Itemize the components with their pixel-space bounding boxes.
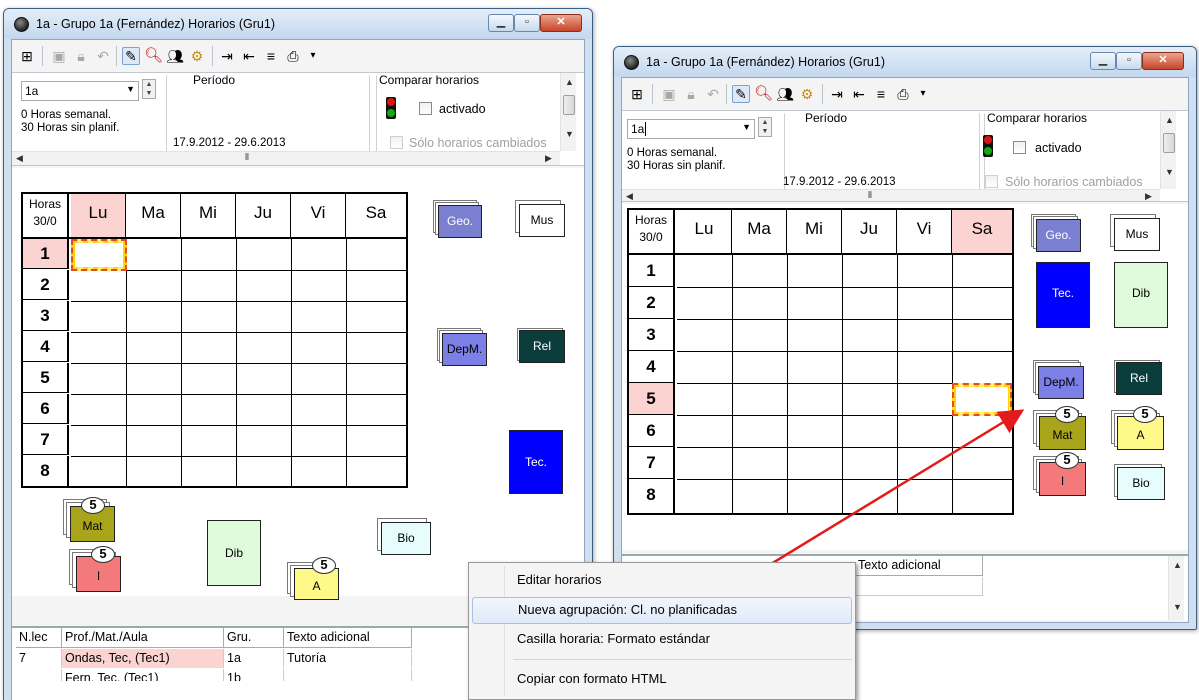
menu-item-cell-format[interactable]: Casilla horaria: Formato estándar <box>472 626 852 653</box>
menu-item-edit-timetables[interactable]: Editar horarios <box>472 567 852 594</box>
context-menu: Editar horarios Nueva agrupación: Cl. no… <box>468 562 856 700</box>
menu-item-copy-html[interactable]: Copiar con formato HTML <box>472 666 852 693</box>
menu-item-new-grouping[interactable]: Nueva agrupación: Cl. no planificadas <box>472 597 852 624</box>
